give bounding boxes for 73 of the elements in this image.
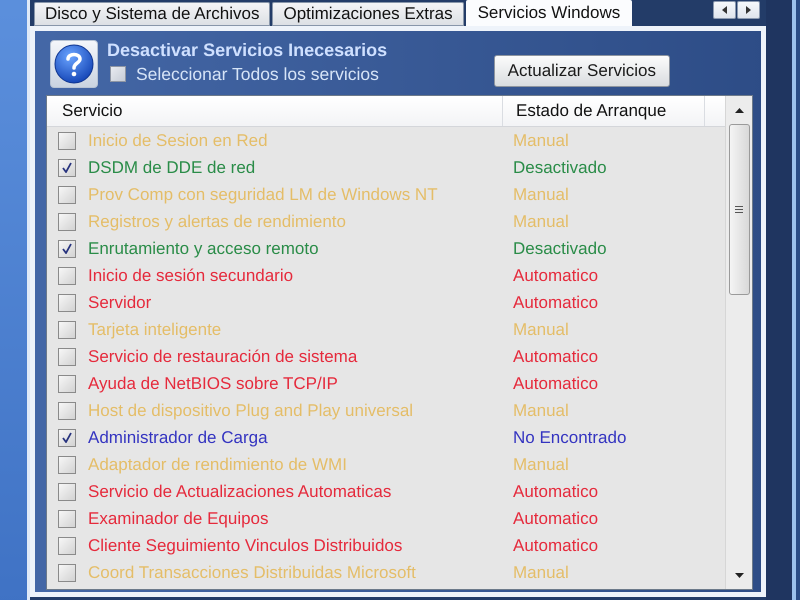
checkbox[interactable] [58,428,76,446]
startup-status: Manual [513,130,569,150]
startup-status: Manual [513,454,569,474]
service-name: Administrador de Carga [88,428,268,448]
checkbox[interactable] [58,212,76,230]
check-icon [62,432,72,443]
service-name: Coord Transacciones Distribuidas Microsoft [88,562,416,582]
service-name: Inicio de sesión secundario [88,266,294,286]
startup-status: Automatico [513,374,598,394]
startup-status: Desactivado [513,238,607,258]
caret-left-icon [722,6,727,14]
checkbox[interactable] [58,266,76,284]
scroll-down-arrow-icon[interactable] [734,572,744,578]
column-header[interactable]: Servicio [47,96,503,126]
service-name: Servicio de restauración de sistema [88,346,358,366]
startup-status: No Encontrado [513,428,626,448]
startup-status: Automatico [513,346,598,366]
panel-title: Desactivar Servicios Inecesarios [107,40,388,60]
refresh-services-button[interactable]: Actualizar Servicios [494,55,670,87]
tab-scroll-right-button[interactable] [737,1,760,19]
service-name: Cliente Seguimiento Vinculos Distribuidos [88,536,402,556]
service-name: Registros y alertas de rendimiento [88,212,346,232]
checkbox[interactable] [58,510,76,528]
tab-scroll-left-button[interactable] [713,1,736,19]
checkbox[interactable] [58,158,76,176]
column-header[interactable]: Estado de Arranque [503,96,705,126]
startup-status: Manual [513,400,569,420]
checkbox[interactable] [58,536,76,554]
checkbox[interactable] [58,482,76,500]
check-icon [62,243,72,254]
startup-status: Automatico [513,266,598,286]
checkbox[interactable] [58,320,76,338]
startup-status: Automatico [513,292,598,312]
check-icon [62,162,72,173]
service-name: Ayuda de NetBIOS sobre TCP/IP [88,374,338,394]
startup-status: Manual [513,562,569,582]
startup-status: Manual [513,184,569,204]
service-name: Servicio de Actualizaciones Automaticas [88,482,392,502]
caret-right-icon [746,6,751,14]
scrollbar[interactable] [725,96,752,589]
checkbox[interactable] [58,564,76,582]
tab[interactable]: Optimizaciones Extras [272,2,464,26]
service-name: Examinador de Equipos [88,508,269,528]
checkbox[interactable] [58,348,76,366]
help-icon [50,40,98,88]
scroll-up-arrow-icon[interactable] [734,108,744,112]
startup-status: Automatico [513,508,598,528]
select-all-checkbox[interactable] [110,66,126,82]
service-name: Prov Comp con seguridad LM de Windows NT [88,184,438,204]
checkbox[interactable] [58,240,76,258]
grip-icon [735,206,743,213]
service-name: Inicio de Sesion en Red [88,130,268,150]
service-name: Host de dispositivo Plug and Play universal [88,400,414,420]
service-name: Tarjeta inteligente [88,320,222,340]
select-all-label: Seleccionar Todos los servicios [136,64,379,84]
checkbox[interactable] [58,186,76,204]
service-name: DSDM de DDE de red [88,158,256,178]
checkbox[interactable] [58,132,76,150]
tab[interactable]: Servicios Windows [466,0,632,26]
startup-status: Desactivado [513,158,607,178]
service-name: Adaptador de rendimiento de WMI [88,454,347,474]
checkbox[interactable] [58,374,76,392]
startup-status: Manual [513,212,569,232]
tab[interactable]: Disco y Sistema de Archivos [34,2,270,26]
service-name: Servidor [88,292,152,312]
scrollbar-thumb[interactable] [728,124,750,295]
startup-status: Manual [513,320,569,340]
checkbox[interactable] [58,456,76,474]
startup-status: Automatico [513,482,598,502]
startup-status: Automatico [513,536,598,556]
service-name: Enrutamiento y acceso remoto [88,238,319,258]
checkbox[interactable] [58,294,76,312]
checkbox[interactable] [58,402,76,420]
